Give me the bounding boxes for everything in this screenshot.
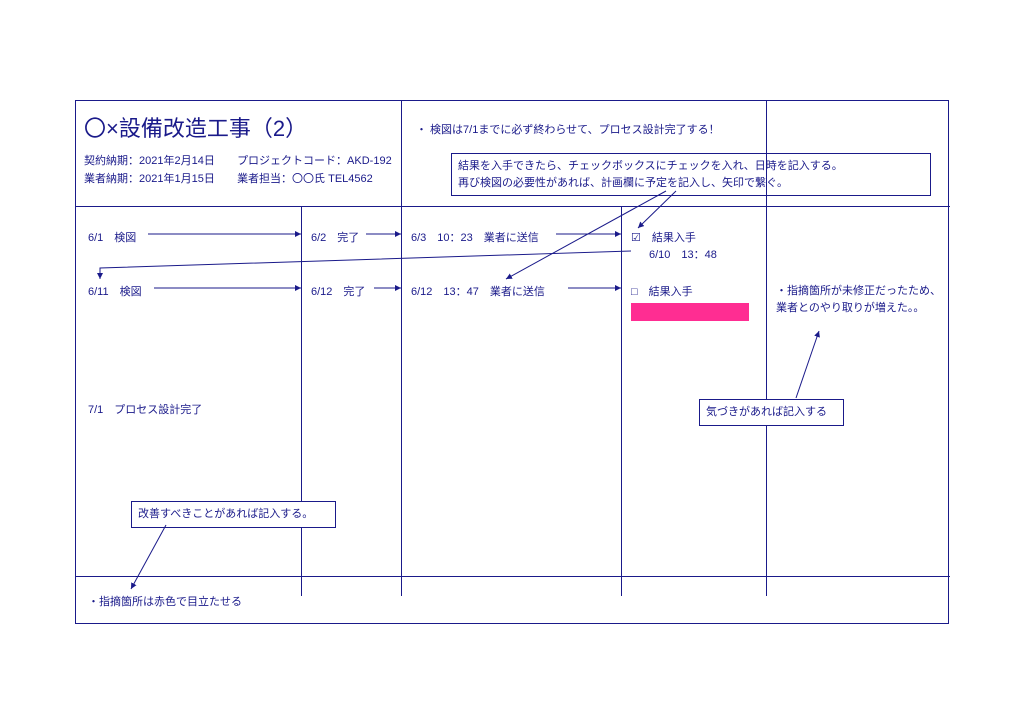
r2-result: □ 結果入手 xyxy=(631,283,693,299)
r4-plan: 7/1 プロセス設計完了 xyxy=(88,401,202,417)
meta-vendor-due: 業者納期：2021年1月15日 xyxy=(84,171,234,189)
callout-main: 結果を入手できたら、チェックボックスにチェックを入れ、日時を記入する。 再び検図… xyxy=(451,153,931,196)
r2-plan: 6/11 検図 xyxy=(88,283,142,299)
meta-contract-due: 契約納期：2021年2月14日 xyxy=(84,153,234,171)
r2-note: ・指摘箇所が未修正だったため、業者とのやり取りが増えた。。 xyxy=(776,283,941,316)
meta-vendor-contact: 業者担当：〇〇氏 TEL4562 xyxy=(237,171,373,189)
r1-done: 6/2 完了 xyxy=(311,229,359,245)
page-frame: 〇×設備改造工事（2） 契約納期：2021年2月14日 プロジェクトコード：AK… xyxy=(75,100,949,624)
callout-main-line2: 再び検図の必要性があれば、計画欄に予定を記入し、矢印で繋ぐ。 xyxy=(458,175,924,192)
callout-right: 気づきがあれば記入する xyxy=(699,399,844,426)
bottom-note: ・指摘箇所は赤色で目立たせる xyxy=(88,593,242,609)
r2-send: 6/12 13：47 業者に送信 xyxy=(411,283,545,299)
r1-result-dt: 6/10 13：48 xyxy=(649,246,717,262)
meta-block: 契約納期：2021年2月14日 プロジェクトコード：AKD-192 業者納期：2… xyxy=(84,153,392,188)
r1-send: 6/3 10：23 業者に送信 xyxy=(411,229,539,245)
meta-project-code: プロジェクトコード：AKD-192 xyxy=(237,153,392,171)
highlight-pink xyxy=(631,303,749,321)
r2-done: 6/12 完了 xyxy=(311,283,365,299)
page-title: 〇×設備改造工事（2） xyxy=(84,111,307,143)
top-note: ・ 検図は7/1までに必ず終わらせて、プロセス設計完了する！ xyxy=(416,121,720,137)
r1-plan: 6/1 検図 xyxy=(88,229,136,245)
callout-left: 改善すべきことがあれば記入する。 xyxy=(131,501,336,528)
r1-result: ☑ 結果入手 xyxy=(631,229,696,245)
callout-main-line1: 結果を入手できたら、チェックボックスにチェックを入れ、日時を記入する。 xyxy=(458,158,924,175)
